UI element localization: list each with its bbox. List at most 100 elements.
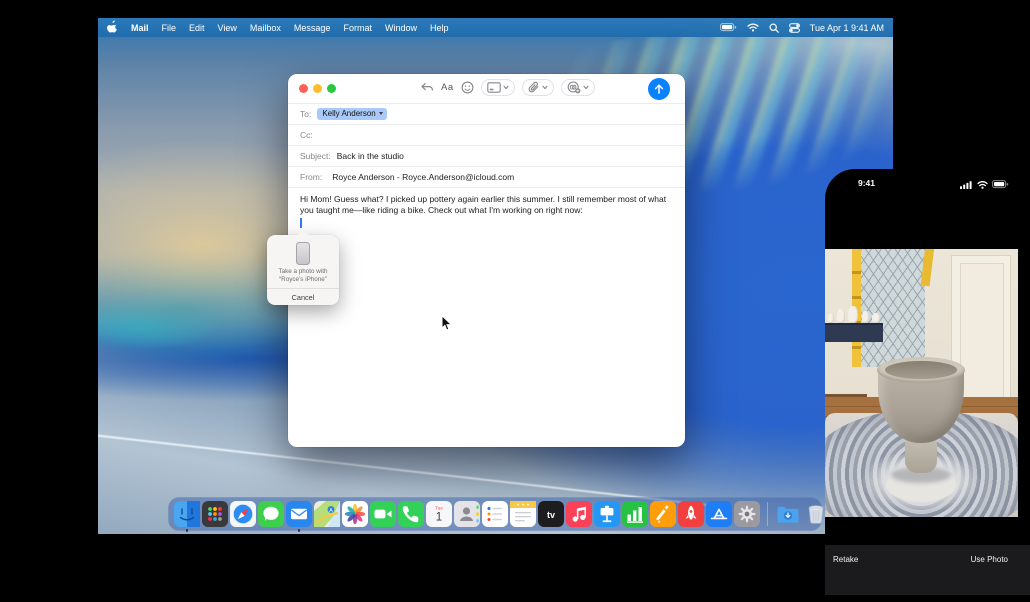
dock-keynote[interactable] — [594, 501, 620, 527]
apple-menu-icon[interactable] — [107, 20, 118, 35]
message-body-text: Hi Mom! Guess what? I picked up pottery … — [300, 194, 674, 216]
wifi-icon[interactable] — [747, 23, 759, 32]
dock-launchpad[interactable] — [202, 501, 228, 527]
menu-bar-clock[interactable]: Tue Apr 1 9:41 AM — [810, 23, 884, 33]
dock-finder[interactable] — [174, 501, 200, 527]
menu-bar-left: Mail File Edit View Mailbox Message Format Wind… — [98, 20, 449, 35]
zoom-window-button[interactable] — [327, 84, 336, 93]
iphone-icon — [296, 242, 310, 265]
svg-text:Tue: Tue — [435, 505, 443, 510]
attach-file-button[interactable] — [522, 79, 554, 96]
search-icon[interactable] — [769, 23, 779, 33]
dock-messages[interactable] — [258, 501, 284, 527]
dock-notes[interactable] — [510, 501, 536, 527]
send-arrow-icon — [653, 83, 665, 95]
undo-icon[interactable] — [420, 82, 434, 94]
dock-photos[interactable] — [342, 501, 368, 527]
dock-facetime[interactable] — [370, 501, 396, 527]
menu-item-edit[interactable]: Edit — [189, 23, 205, 33]
recipient-name: Kelly Anderson — [322, 109, 375, 118]
pot-foot — [905, 439, 937, 473]
battery-icon — [992, 180, 1009, 189]
dock-numbers[interactable] — [622, 501, 648, 527]
dock-mail[interactable] — [286, 501, 312, 527]
insert-from-iphone-button[interactable] — [561, 79, 595, 96]
message-body[interactable]: Hi Mom! Guess what? I picked up pottery … — [288, 187, 685, 443]
menu-bar: Mail File Edit View Mailbox Message Format Wind… — [98, 18, 893, 37]
dock-phone[interactable] — [398, 501, 424, 527]
photo-browser-button[interactable] — [481, 79, 515, 96]
menu-item-mail[interactable]: Mail — [131, 23, 149, 33]
emoji-icon[interactable] — [461, 81, 474, 94]
svg-text:A: A — [329, 508, 333, 514]
iphone-screen: 9:41 — [825, 169, 1030, 602]
pottery-on-mantel — [825, 303, 885, 323]
wifi-icon — [977, 181, 988, 189]
dock-calendar[interactable]: Tue 1 — [426, 501, 452, 527]
cellular-signal-icon — [960, 181, 973, 189]
use-photo-button[interactable]: Use Photo — [971, 555, 1008, 564]
iphone-status-bar: 9:41 — [825, 169, 1030, 199]
pot-opening — [885, 361, 957, 379]
dock-reminders[interactable] — [482, 501, 508, 527]
insert-from-iphone-icon — [567, 81, 581, 94]
subject-field[interactable]: Subject: Back in the studio — [288, 145, 685, 166]
dock-maps[interactable]: A — [314, 501, 340, 527]
attach-icon — [528, 81, 540, 94]
dock-downloads[interactable] — [775, 501, 801, 527]
dock-music[interactable] — [566, 501, 592, 527]
dock: A Tue 1 tv — [168, 497, 822, 531]
mail-compose-window: Aa — [288, 74, 685, 447]
close-window-button[interactable] — [299, 84, 308, 93]
send-button[interactable] — [648, 78, 670, 100]
svg-text:1: 1 — [436, 512, 442, 524]
chevron-down-icon — [583, 85, 589, 90]
from-field[interactable]: From: Royce Anderson - Royce.Anderson@ic… — [288, 166, 685, 187]
popup-message-line1: Take a photo with — [267, 268, 339, 275]
dock-pages[interactable] — [650, 501, 676, 527]
from-label: From: — [300, 172, 322, 182]
menu-item-view[interactable]: View — [218, 23, 237, 33]
dock-rocket[interactable] — [678, 501, 704, 527]
menu-bar-status: Tue Apr 1 9:41 AM — [720, 23, 893, 33]
from-value: Royce Anderson - Royce.Anderson@icloud.c… — [332, 172, 514, 182]
mantel-shelf — [825, 323, 883, 342]
popup-callout-arrow — [297, 230, 309, 235]
token-chevron-icon — [379, 112, 383, 115]
subject-value: Back in the studio — [337, 151, 404, 161]
cancel-button[interactable]: Cancel — [267, 289, 339, 305]
dock-tv[interactable]: tv — [538, 501, 564, 527]
chevron-down-icon — [503, 85, 509, 90]
dock-appstore[interactable] — [706, 501, 732, 527]
mouse-cursor — [441, 315, 453, 337]
retake-button[interactable]: Retake — [833, 555, 858, 564]
subject-label: Subject: — [300, 151, 331, 161]
window-titlebar[interactable]: Aa — [288, 74, 685, 103]
menu-item-file[interactable]: File — [162, 23, 177, 33]
svg-text:tv: tv — [547, 510, 555, 520]
dock-contacts[interactable] — [454, 501, 480, 527]
dock-safari[interactable] — [230, 501, 256, 527]
battery-icon[interactable] — [720, 23, 737, 32]
minimize-window-button[interactable] — [313, 84, 322, 93]
menu-item-message[interactable]: Message — [294, 23, 331, 33]
recipient-token[interactable]: Kelly Anderson — [317, 108, 386, 120]
popup-message-line2: “Royce’s iPhone” — [267, 276, 339, 283]
camera-review-toolbar: Retake Use Photo — [825, 545, 1030, 595]
menu-item-format[interactable]: Format — [343, 23, 372, 33]
running-indicator-dot — [298, 529, 301, 532]
iphone-status-icons — [960, 180, 1009, 189]
to-field[interactable]: To: Kelly Anderson — [288, 103, 685, 124]
to-label: To: — [300, 109, 311, 119]
mac-desktop: Mail File Edit View Mailbox Message Format Wind… — [98, 18, 893, 534]
continuity-camera-popup: Take a photo with “Royce’s iPhone” Cance… — [267, 235, 339, 305]
menu-item-mailbox[interactable]: Mailbox — [250, 23, 281, 33]
menu-item-window[interactable]: Window — [385, 23, 417, 33]
cc-field[interactable]: Cc: — [288, 124, 685, 145]
captured-photo — [825, 249, 1018, 517]
iphone-clock: 9:41 — [858, 178, 875, 188]
control-center-icon[interactable] — [789, 23, 800, 33]
dock-settings[interactable] — [734, 501, 760, 527]
format-icon[interactable]: Aa — [441, 82, 454, 93]
menu-item-help[interactable]: Help — [430, 23, 449, 33]
